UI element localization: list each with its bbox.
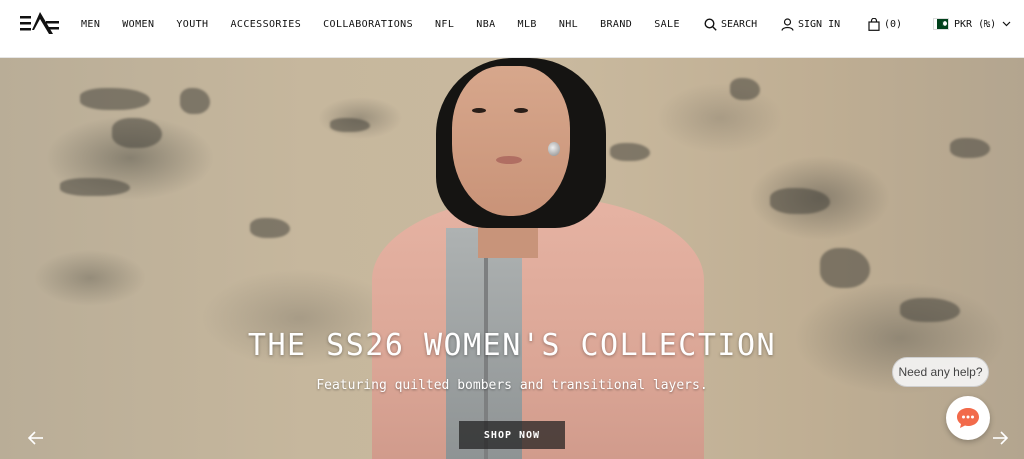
search-icon [704,17,717,31]
wall-texture [330,118,370,132]
nav-item-collaborations[interactable]: COLLABORATIONS [323,19,413,30]
model-face [452,66,570,216]
model-earring [548,142,560,156]
user-icon [781,17,794,31]
nav-item-brand[interactable]: BRAND [600,19,632,30]
wall-texture [112,118,162,148]
sign-in-button[interactable]: SIGN IN [781,0,840,48]
alpha-industries-logo[interactable] [20,10,60,36]
arrow-left-icon[interactable] [27,429,45,447]
hero-banner[interactable]: THE SS26 WOMEN'S COLLECTION Featuring qu… [0,58,1024,459]
search-button[interactable]: SEARCH [704,0,757,48]
model-eye [514,108,528,113]
cart-button[interactable]: (0) [868,0,902,48]
chat-button[interactable] [946,396,990,440]
wall-texture [610,143,650,161]
wall-texture [180,88,210,114]
nav-item-men[interactable]: MEN [81,19,100,30]
cart-count: (0) [884,18,903,30]
main-nav: MEN WOMEN YOUTH ACCESSORIES COLLABORATIO… [81,0,680,48]
nav-item-nhl[interactable]: NHL [559,19,578,30]
hero-title: THE SS26 WOMEN'S COLLECTION [247,328,777,363]
chat-bubble-icon [957,408,979,428]
wall-texture [770,188,830,214]
pakistan-flag-icon [933,18,949,30]
nav-item-nba[interactable]: NBA [476,19,495,30]
model-lips [496,156,522,164]
wall-texture [250,218,290,238]
wall-texture [80,88,150,110]
wall-texture [820,248,870,288]
model-eye [472,108,486,113]
nav-item-youth[interactable]: YOUTH [176,19,208,30]
site-header: MEN WOMEN YOUTH ACCESSORIES COLLABORATIO… [0,0,1024,58]
search-label: SEARCH [721,18,758,30]
nav-item-sale[interactable]: SALE [654,19,680,30]
logo-icon [20,12,59,34]
sign-in-label: SIGN IN [798,18,841,30]
shop-now-button[interactable]: SHOP NOW [459,421,565,449]
wall-texture [900,298,960,322]
currency-label: PKR (₨) [954,18,997,30]
wall-texture [950,138,990,158]
nav-item-mlb[interactable]: MLB [518,19,537,30]
wall-texture [60,178,130,196]
chevron-down-icon [1002,21,1011,27]
nav-item-accessories[interactable]: ACCESSORIES [230,19,301,30]
help-prompt[interactable]: Need any help? [892,357,989,387]
wall-texture [730,78,760,100]
hero-subtitle: Featuring quilted bombers and transition… [316,378,708,393]
arrow-right-icon[interactable] [991,429,1009,447]
nav-item-nfl[interactable]: NFL [435,19,454,30]
shopping-bag-icon [868,17,880,31]
currency-selector[interactable]: PKR (₨) [933,0,1015,48]
nav-item-women[interactable]: WOMEN [122,19,154,30]
